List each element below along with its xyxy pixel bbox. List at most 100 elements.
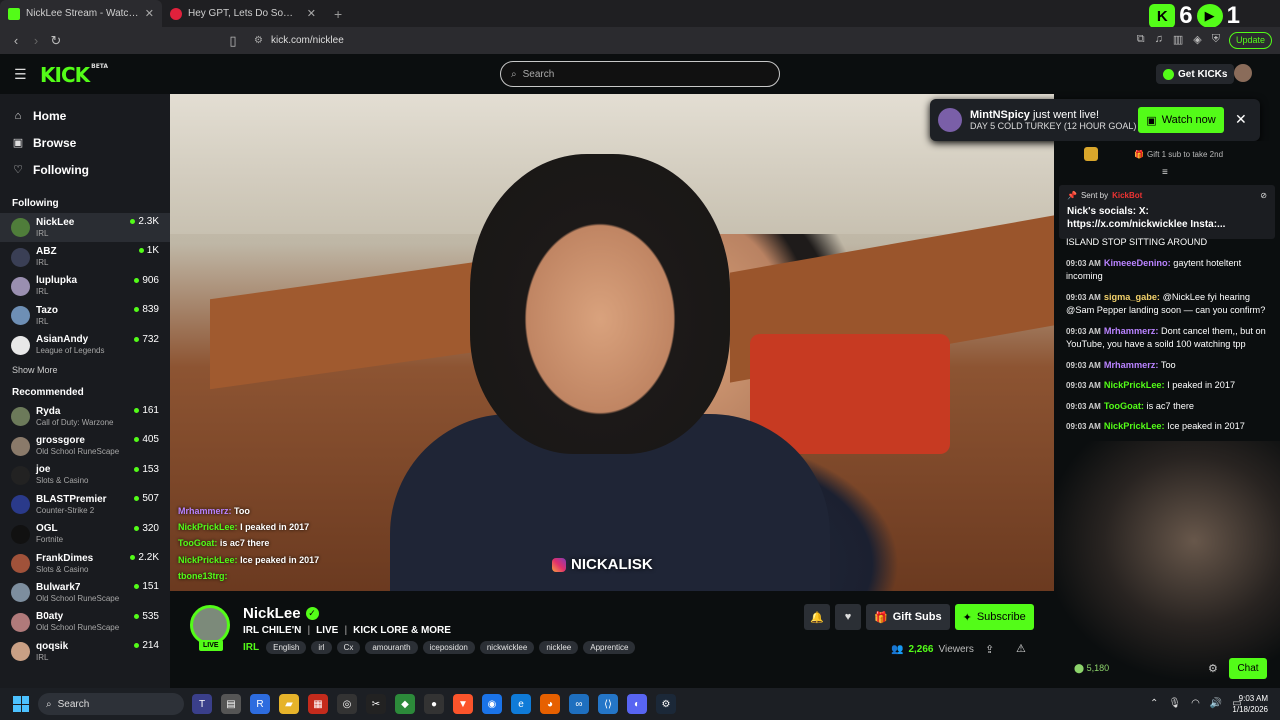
chat-username[interactable]: Mrhammerz: <box>1104 360 1159 370</box>
forward-icon[interactable]: › <box>26 33 46 48</box>
arduino-icon[interactable]: ∞ <box>569 694 589 714</box>
pinned-message[interactable]: 📌 Sent by KickBot ⊘ Nick's socials: X: h… <box>1059 185 1275 239</box>
tag-pill[interactable]: nicklee <box>539 641 579 654</box>
discord-icon[interactable]: ◐ <box>627 694 647 714</box>
sidebar-channel-bulwark7[interactable]: Bulwark7 Old School RuneScape 151 <box>0 578 170 607</box>
chat-username[interactable]: KimeeeDenino: <box>1104 258 1171 268</box>
subscribe-button[interactable]: ✦ Subscribe <box>954 604 1034 630</box>
report-icon[interactable]: ⚠ <box>1016 642 1026 655</box>
windows-start-icon[interactable] <box>13 696 29 712</box>
sidebar-nav-browse[interactable]: ▣ Browse <box>0 129 170 156</box>
capcut-icon[interactable]: ✂ <box>366 694 386 714</box>
tab-nicklee[interactable]: NickLee Stream - Watch Live ✕ <box>0 0 162 27</box>
chat-message[interactable]: 09:03 AM Mrhammerz: Dont cancel them,, bu… <box>1066 325 1272 352</box>
system-clock[interactable]: 9:03 AM 1/18/2026 <box>1226 693 1268 715</box>
chat-username[interactable]: Mrhammerz: <box>1104 326 1159 336</box>
sidebar-channel-qoqsik[interactable]: qoqsik IRL 214 <box>0 637 170 666</box>
share-icon[interactable]: ⇪ <box>985 643 994 656</box>
user-avatar[interactable] <box>1234 64 1252 82</box>
reload-icon[interactable]: ↻ <box>46 33 66 49</box>
tag-pill[interactable]: amouranth <box>365 641 418 654</box>
sidebar-channel-abz[interactable]: ABZ IRL 1K <box>0 242 170 271</box>
back-icon[interactable]: ‹ <box>6 33 26 48</box>
show-more-link[interactable]: Show More <box>0 360 170 380</box>
app-icon[interactable]: ◆ <box>395 694 415 714</box>
tag-pill[interactable]: iceposidon <box>422 641 475 654</box>
update-button[interactable]: Update <box>1228 32 1272 49</box>
folder-icon[interactable]: ▰ <box>279 694 299 714</box>
chat-message[interactable]: ISLAND STOP SITTING AROUND <box>1066 236 1272 250</box>
chat-username[interactable]: NickPrickLee: <box>1104 421 1165 431</box>
close-notification-icon[interactable]: ✕ <box>1235 111 1247 128</box>
extensions-icon[interactable]: ⧉ <box>1137 33 1145 46</box>
chat-username[interactable]: NickPrickLee: <box>1104 380 1165 390</box>
chat-username[interactable]: sigma_gabe: <box>1104 292 1160 302</box>
edge-icon[interactable]: e <box>511 694 531 714</box>
channel-name[interactable]: NickLee <box>243 605 301 622</box>
sidebar-channel-joe[interactable]: joe Slots & Casino 153 <box>0 461 170 490</box>
sidebar-nav-following[interactable]: ♡ Following <box>0 156 170 183</box>
rdp-icon[interactable]: R <box>250 694 270 714</box>
sidebar-channel-ogl[interactable]: OGL Fortnite 320 <box>0 520 170 549</box>
chat-send-button[interactable]: Chat <box>1229 658 1267 679</box>
menu-icon[interactable]: ☰ <box>14 66 27 83</box>
sidebar-icon[interactable]: ▥ <box>1173 33 1183 46</box>
chat-message[interactable]: 09:03 AM NickPrickLee: Ice peaked in 2017 <box>1066 420 1272 434</box>
sidebar-channel-luplupka[interactable]: luplupka IRL 906 <box>0 272 170 301</box>
firefox-icon[interactable]: ◕ <box>540 694 560 714</box>
teams-icon[interactable]: T <box>192 694 212 714</box>
chatgpt-icon[interactable]: ◎ <box>337 694 357 714</box>
video-player[interactable]: Mrhammerz: Too NickPrickLee: I peaked in … <box>170 94 1054 591</box>
watch-now-button[interactable]: ▣ Watch now <box>1138 107 1224 133</box>
kick-logo[interactable]: KICK BETA <box>40 63 108 87</box>
vscode-icon[interactable]: ⟨⟩ <box>598 694 618 714</box>
chrome-icon[interactable]: ◉ <box>482 694 502 714</box>
chevron-up-icon[interactable]: ⌃ <box>1150 698 1158 709</box>
sidebar-channel-frankdimes[interactable]: FrankDimes Slots & Casino 2.2K <box>0 549 170 578</box>
gift-subs-button[interactable]: 🎁 Gift Subs <box>866 604 950 630</box>
site-info-icon[interactable]: ⚙ <box>254 35 263 46</box>
wallet-icon[interactable]: ◈ <box>1193 33 1201 46</box>
sidebar-channel-blastpremier[interactable]: BLASTPremier Counter-Strike 2 507 <box>0 490 170 519</box>
sidebar-channel-ryda[interactable]: Ryda Call of Duty: Warzone 161 <box>0 402 170 431</box>
chat-message[interactable]: 09:03 AM NickPrickLee: I peaked in 2017 <box>1066 379 1272 393</box>
follow-heart-button[interactable]: ♥ <box>835 604 861 630</box>
files-icon[interactable]: ▤ <box>221 694 241 714</box>
tab-riddles[interactable]: Hey GPT, Lets Do Some Riddles - Yo ✕ <box>162 0 324 27</box>
category-link[interactable]: IRL <box>243 642 259 653</box>
get-kicks-button[interactable]: Get KICKs <box>1156 64 1235 84</box>
close-tab-icon[interactable]: ✕ <box>307 7 316 20</box>
brave-icon[interactable]: ▼ <box>453 694 473 714</box>
obs-icon[interactable]: ● <box>424 694 444 714</box>
sidebar-channel-asianandy[interactable]: AsianAndy League of Legends 732 <box>0 331 170 360</box>
wifi-icon[interactable]: ◠ <box>1191 698 1200 709</box>
sidebar-channel-nicklee[interactable]: NickLee IRL 2.3K <box>0 213 170 243</box>
tag-pill[interactable]: Apprentice <box>583 641 636 654</box>
steam-icon[interactable]: ⚙ <box>656 694 676 714</box>
bookmark-icon[interactable]: ▯ <box>223 33 243 49</box>
tag-pill[interactable]: English <box>266 641 307 654</box>
unpin-icon[interactable]: ⊘ <box>1260 191 1267 200</box>
chat-settings-icon[interactable]: ⚙ <box>1208 662 1218 675</box>
chat-message[interactable]: 09:03 AM TooGoat: is ac7 there <box>1066 400 1272 414</box>
tag-pill[interactable]: nickwicklee <box>479 641 535 654</box>
notification-bell-button[interactable]: 🔔 <box>804 604 830 630</box>
url-field[interactable]: ⚙ kick.com/nicklee <box>246 30 976 51</box>
chat-message[interactable]: 09:03 AM Mrhammerz: Too <box>1066 359 1272 373</box>
sidebar-channel-tazo[interactable]: Tazo IRL 839 <box>0 301 170 330</box>
volume-icon[interactable]: 🔊 <box>1210 698 1222 709</box>
tag-pill[interactable]: irl <box>311 641 332 654</box>
chat-message[interactable]: 09:03 AM sigma_gabe: @NickLee fyi hearing… <box>1066 291 1272 318</box>
gift-promo[interactable]: 🎁 Gift 1 sub to take 2nd <box>1134 150 1223 159</box>
search-input[interactable]: ⌕ Search <box>500 61 780 87</box>
sidebar-channel-grossgore[interactable]: grossgore Old School RuneScape 405 <box>0 431 170 460</box>
media-icon[interactable]: ♫ <box>1155 33 1163 46</box>
close-tab-icon[interactable]: ✕ <box>145 7 154 20</box>
calendar-icon[interactable]: ▦ <box>308 694 328 714</box>
taskbar-search[interactable]: ⌕ Search <box>38 693 184 715</box>
vpn-icon[interactable]: ⛨ <box>1212 33 1220 46</box>
tag-pill[interactable]: Cx <box>336 641 361 654</box>
sidebar-channel-b0aty[interactable]: B0aty Old School RuneScape 535 <box>0 608 170 637</box>
sidebar-nav-home[interactable]: ⌂ Home <box>0 102 170 129</box>
mic-icon[interactable]: 🎙 <box>1168 698 1181 709</box>
